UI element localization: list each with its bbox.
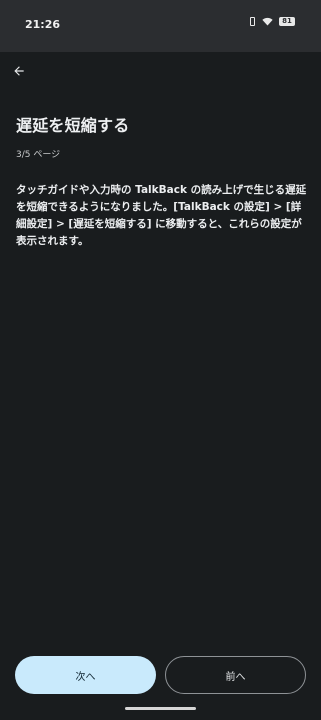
- app-bar: [0, 52, 321, 92]
- vibrate-icon: [249, 17, 256, 26]
- status-icons: 81: [249, 17, 295, 26]
- previous-button-label: 前へ: [225, 671, 246, 683]
- previous-button[interactable]: 前へ: [165, 656, 306, 694]
- next-button[interactable]: 次へ: [15, 656, 156, 694]
- status-bar: 21:26 81: [0, 0, 321, 52]
- next-button-label: 次へ: [75, 671, 96, 683]
- battery-icon: 81: [279, 17, 295, 26]
- page-indicator: 3/5 ページ: [16, 150, 61, 160]
- page-title: 遅延を短縮する: [16, 116, 130, 135]
- wifi-icon: [262, 17, 273, 26]
- screen: 21:26 81 遅延を短縮する 3/5 ページ タッチガイドや入力時の Tal…: [0, 0, 321, 720]
- status-time: 21:26: [25, 18, 61, 31]
- gesture-nav-handle[interactable]: [125, 707, 196, 710]
- body-text: タッチガイドや入力時の TalkBack の読み上げで生じる遅延を短縮できるよう…: [16, 184, 307, 247]
- arrow-back-icon: [14, 66, 24, 76]
- back-button[interactable]: [8, 60, 30, 82]
